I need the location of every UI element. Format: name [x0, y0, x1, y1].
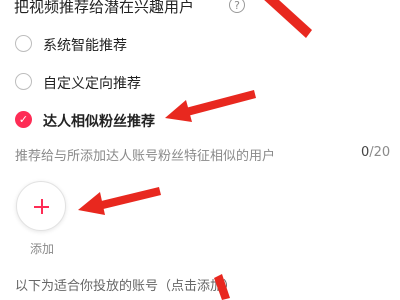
arrow-annotation-top [264, 0, 312, 38]
arrow-annotation-option [165, 90, 256, 122]
arrow-annotation-bottom [214, 274, 230, 300]
arrow-annotation-add [78, 187, 161, 215]
annotation-arrows [78, 0, 312, 300]
